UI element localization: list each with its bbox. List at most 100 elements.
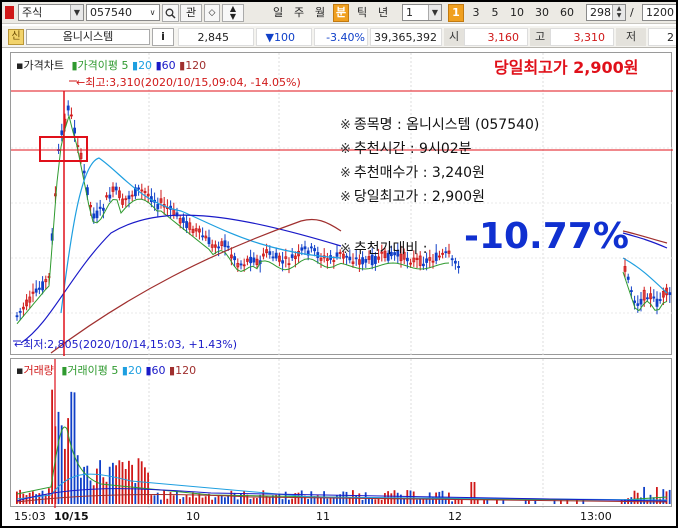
volume-bar [201, 497, 204, 504]
price-candle [223, 240, 227, 248]
interval-button[interactable]: 60 [556, 4, 578, 22]
search-button[interactable] [162, 4, 179, 22]
count-input[interactable]: 298 ▲ ▼ [586, 4, 626, 21]
info-button[interactable]: i [152, 28, 174, 46]
volume-bar [163, 490, 165, 504]
volume-bar [355, 495, 357, 504]
interval-select[interactable]: 1 ▼ [402, 4, 442, 21]
high-price: 3,310 [550, 28, 614, 46]
volume-ma5: 5 [111, 364, 119, 377]
volume-ma-label: 거래이평 [67, 364, 108, 377]
price-candle [201, 235, 205, 238]
related-button[interactable]: 관 [180, 4, 202, 22]
volume-bar [393, 490, 396, 504]
volume-bar [182, 497, 185, 504]
low-price: 2 [648, 28, 676, 46]
spinner-icon[interactable]: ▲ ▼ [222, 4, 244, 22]
period-button[interactable]: 주 [291, 4, 307, 22]
price-ma60: 60 [161, 59, 176, 72]
interval-indicator[interactable]: 1 [448, 4, 464, 22]
volume-bar [236, 499, 239, 504]
ma120-line [622, 230, 668, 244]
volume-bar [227, 495, 229, 504]
price-candle [102, 207, 105, 211]
volume-bar [243, 490, 245, 504]
volume-bar [368, 498, 370, 504]
ma60-line [622, 232, 668, 249]
interval-button[interactable]: 10 [506, 4, 528, 22]
period-button[interactable]: 년 [375, 4, 391, 22]
chevron-down-icon[interactable]: ∨ [146, 5, 159, 20]
price-candle [626, 276, 630, 280]
volume-bar [336, 495, 338, 504]
volume-bar [320, 497, 322, 504]
price-candle [290, 254, 294, 259]
price-candle [444, 251, 448, 254]
count-total[interactable]: 1200 [642, 4, 676, 21]
volume-bar [252, 497, 255, 504]
note-text: 추천가대비 : [353, 241, 428, 257]
price-candle [405, 257, 409, 262]
volume-bar [48, 488, 50, 504]
low-label: 저 [616, 28, 646, 46]
note-text: 추천매수가 : 3,240원 [353, 165, 485, 181]
price-candle [309, 246, 313, 249]
volume-bar [240, 493, 242, 504]
chevron-down-icon[interactable]: ▼ [70, 5, 83, 20]
daily-high-banner: 당일최고가 2,900원 [494, 58, 639, 77]
high-marker: ←최고:3,310(2020/10/15,09:04, -14.05%) [76, 76, 301, 89]
interval-button[interactable]: 3 [468, 4, 484, 22]
volume-bar [188, 497, 191, 504]
note-compare-label: ※ 추천가대비 : [340, 238, 427, 258]
interval-button[interactable]: 5 [487, 4, 503, 22]
price-candle [66, 105, 70, 111]
price-candle [300, 247, 304, 251]
price-candle [434, 252, 438, 261]
volume-bar [176, 490, 178, 504]
volume-bar [326, 498, 329, 504]
period-button[interactable]: 틱 [354, 4, 370, 22]
period-button[interactable]: 일 [270, 4, 286, 22]
note-text: 추천시간 : 9시02분 [353, 141, 472, 157]
volume-bar [668, 489, 671, 504]
price-candle [421, 263, 425, 267]
price-candle [239, 263, 243, 266]
chevron-down-icon[interactable]: ▼ [428, 5, 441, 20]
code-input[interactable]: 057540 ∨ [86, 4, 160, 21]
price-candle [73, 127, 76, 134]
low-marker: ←최저:2,805(2020/10/14,15:03, +1.43%) [14, 338, 237, 351]
volume-bar [195, 497, 197, 504]
market-select[interactable]: 주식 ▼ [18, 4, 84, 21]
x-axis-label: 12 [448, 510, 462, 523]
interval-indicator-label: 1 [452, 6, 460, 19]
period-button[interactable]: 월 [312, 4, 328, 22]
x-axis-label: 10/15 [54, 510, 89, 523]
price-candle [156, 204, 160, 210]
volume-bar [374, 499, 377, 504]
volume-ma60: 60 [151, 364, 166, 377]
volume-bar [246, 494, 249, 504]
volume-bar [214, 497, 217, 504]
volume-bar [64, 448, 66, 504]
interval-button[interactable]: 30 [531, 4, 553, 22]
volume-bar [134, 483, 137, 504]
volume-bar [25, 495, 28, 504]
volume-bar [140, 461, 143, 504]
price-candle [217, 246, 221, 249]
spinner-icon[interactable]: ▲ ▼ [612, 5, 625, 20]
volume-bar [409, 490, 412, 504]
x-axis-label: 13:00 [580, 510, 612, 523]
volume-bar [288, 499, 290, 504]
price-candle [636, 303, 640, 306]
note-daily-high: ※ 당일최고가 : 2,900원 [340, 186, 485, 206]
volume-bar [406, 490, 409, 504]
spinner-icon[interactable]: ◇ [204, 4, 220, 22]
volume-bar [268, 497, 271, 504]
volume-bar [172, 495, 175, 504]
ma20-line [60, 157, 342, 314]
volume-bar [256, 498, 258, 504]
period-button[interactable]: 분 [333, 4, 349, 22]
stock-name: 옴니시스템 [26, 29, 150, 45]
change-percent: -3.40% [314, 28, 368, 46]
compare-value: -10.77% [464, 216, 629, 257]
